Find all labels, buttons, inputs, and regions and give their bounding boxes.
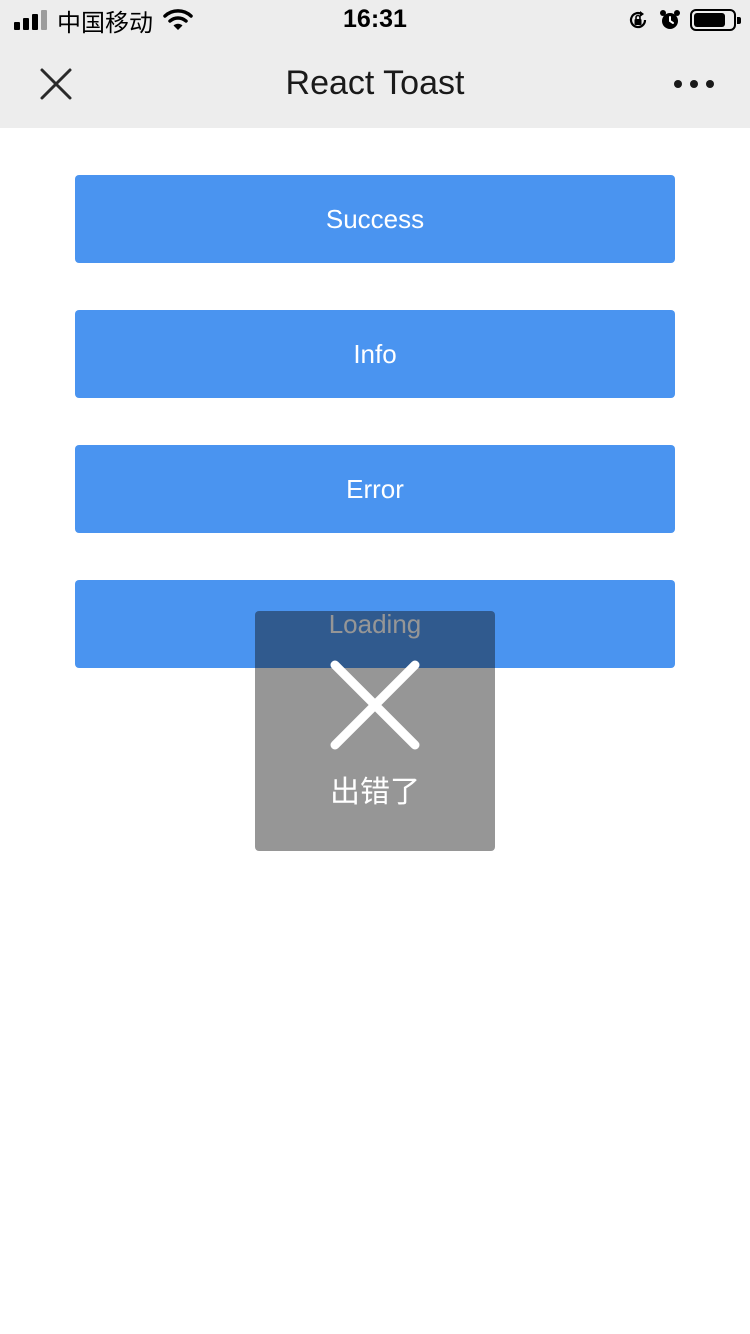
battery-icon [690, 9, 741, 31]
status-bar: 中国移动 16:31 [0, 0, 750, 40]
nav-bar: React Toast [0, 40, 750, 128]
success-button[interactable]: Success [75, 175, 675, 263]
status-right [626, 6, 741, 34]
error-x-icon [330, 660, 420, 750]
toast-message: 出错了 [330, 775, 420, 810]
info-button[interactable]: Info [75, 310, 675, 398]
error-toast: 出错了 [255, 611, 495, 851]
rotation-lock-icon [629, 11, 647, 29]
more-icon[interactable] [674, 74, 714, 94]
alarm-icon [660, 10, 680, 29]
screen: 中国移动 16:31 React Toast Success Info Erro… [0, 0, 750, 1334]
error-button[interactable]: Error [75, 445, 675, 533]
page-title: React Toast [285, 64, 465, 102]
